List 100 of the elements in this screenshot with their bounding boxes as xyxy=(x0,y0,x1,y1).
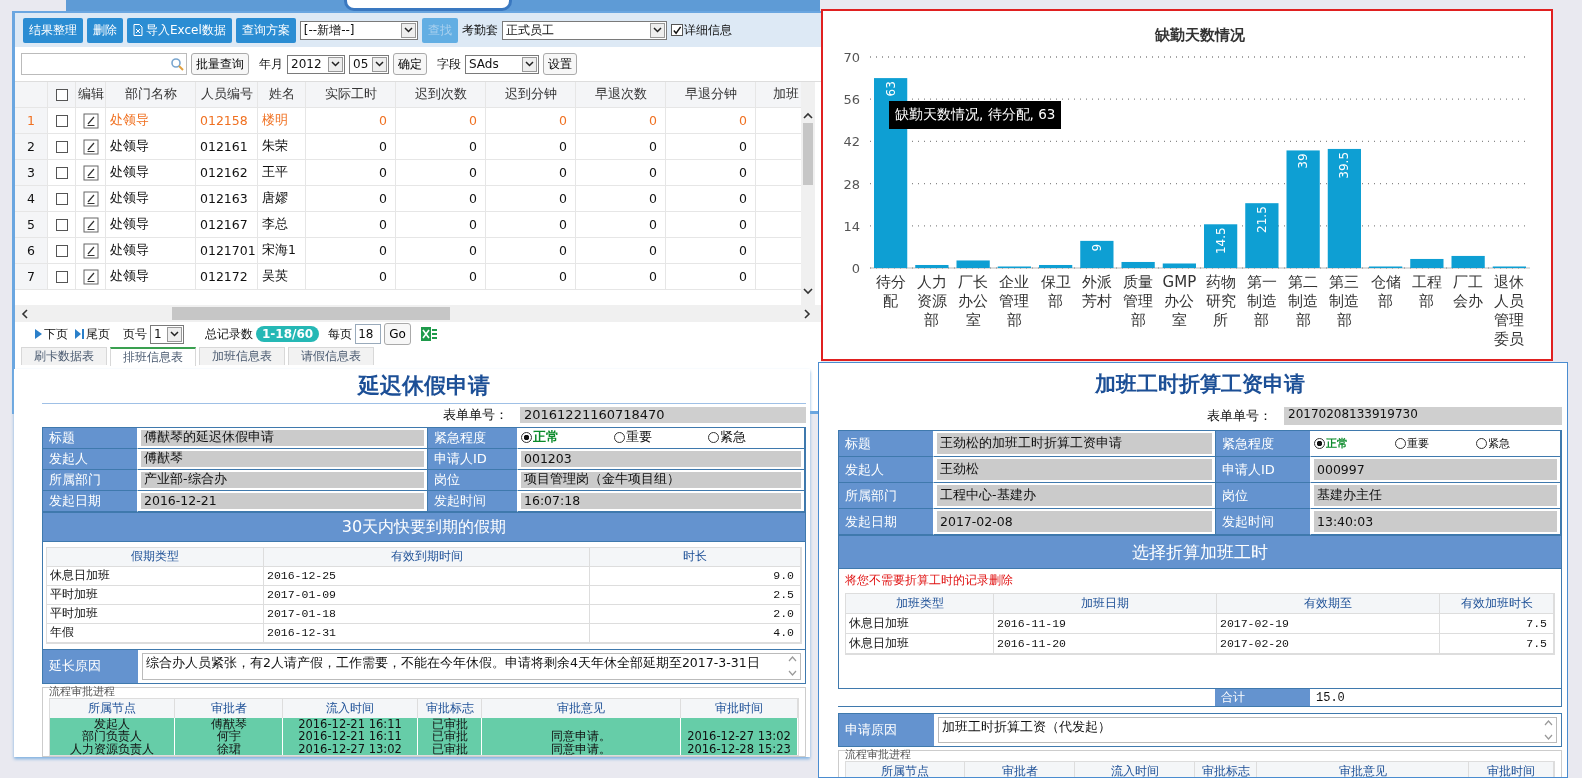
radio-button[interactable] xyxy=(707,432,719,444)
column-header[interactable]: 早退次数 xyxy=(576,82,666,107)
table-cell: 2016-11-19 xyxy=(994,614,1217,634)
chevron-up-icon[interactable] xyxy=(803,112,813,119)
edit-icon[interactable] xyxy=(82,138,99,155)
horizontal-scrollbar[interactable] xyxy=(15,305,821,322)
checkbox[interactable] xyxy=(55,192,68,205)
scrollbar-thumb[interactable] xyxy=(172,307,450,320)
chevron-left-icon[interactable] xyxy=(21,308,28,319)
radio-option[interactable]: 重要 xyxy=(1395,436,1476,451)
column-header[interactable]: 早退分钟 xyxy=(666,82,756,107)
category-label: 第三制造部 xyxy=(1328,273,1361,331)
field-value: 基建办主任 xyxy=(1314,485,1557,506)
dropdown-button[interactable] xyxy=(522,56,537,72)
field-label: 紧急程度 xyxy=(1216,431,1311,457)
per-page-label: 每页 xyxy=(328,325,353,343)
table-cell: 0 xyxy=(576,108,666,133)
table-cell: 处领导 xyxy=(106,238,196,263)
edit-icon[interactable] xyxy=(82,164,99,181)
checkbox[interactable] xyxy=(55,166,68,179)
table-cell: 0 xyxy=(666,134,756,159)
checkbox[interactable] xyxy=(55,88,68,101)
table-cell: 0 xyxy=(396,134,486,159)
reason-field[interactable]: 加班工时折算工资（代发起） xyxy=(938,717,1557,743)
last-page-link[interactable]: 尾页 xyxy=(75,325,110,343)
dropdown-button[interactable] xyxy=(167,326,182,342)
field-select[interactable]: SAds xyxy=(465,54,539,74)
record-count-badge: 1-18/60 xyxy=(256,326,320,342)
scrollbar-thumb[interactable] xyxy=(803,123,813,185)
radio-option[interactable]: 重要 xyxy=(614,429,708,447)
year-select[interactable]: 2012 xyxy=(287,54,345,74)
checkbox[interactable] xyxy=(55,114,68,127)
dropdown-button[interactable] xyxy=(328,56,343,72)
bar[interactable] xyxy=(874,78,908,268)
reason-field[interactable]: 综合办人员紧张，有2人请产假，工作需要，不能在今年休假。申请将剩余4天年休全部延期至2017-3-31日 xyxy=(142,652,801,680)
dropdown-button[interactable] xyxy=(400,22,416,38)
dropdown-button[interactable] xyxy=(649,22,665,38)
toolbar-button[interactable]: 删除 xyxy=(87,17,123,43)
radio-option[interactable]: 正常 xyxy=(1314,436,1395,451)
chevron-down-icon[interactable] xyxy=(803,288,813,295)
category-label: 第二制造部 xyxy=(1287,273,1320,331)
edit-icon[interactable] xyxy=(82,268,99,285)
scheme-button[interactable]: 查询方案 xyxy=(235,17,296,43)
radio-option[interactable]: 正常 xyxy=(521,429,615,447)
checkbox[interactable] xyxy=(55,218,68,231)
field-label: 发起时间 xyxy=(428,490,518,512)
caret-icon xyxy=(525,61,534,67)
column-header[interactable]: 人员编号 xyxy=(196,82,258,107)
radio-button[interactable] xyxy=(1395,438,1406,449)
edit-icon[interactable] xyxy=(82,242,99,259)
field-value: 王劲松 xyxy=(937,459,1212,480)
scroll-arrows-icon[interactable] xyxy=(1544,719,1553,741)
confirm-button[interactable]: 确定 xyxy=(393,53,427,75)
radio-button[interactable] xyxy=(614,432,626,444)
edit-icon[interactable] xyxy=(82,190,99,207)
column-header[interactable]: 迟到分钟 xyxy=(486,82,576,107)
per-page-field[interactable]: 18 xyxy=(355,324,382,344)
scroll-arrows-icon[interactable] xyxy=(788,655,797,678)
vertical-scrollbar[interactable] xyxy=(801,82,815,305)
radio-button[interactable] xyxy=(1476,438,1487,449)
column-header[interactable]: 加班 xyxy=(756,82,801,107)
column-header[interactable]: 姓名 xyxy=(258,82,306,107)
tab[interactable]: 刷卡数据表 xyxy=(21,347,107,365)
set-select[interactable]: 正式员工 xyxy=(501,20,667,40)
column-header[interactable]: 实际工时 xyxy=(306,82,396,107)
checkbox[interactable] xyxy=(55,270,68,283)
tab[interactable]: 排班信息表 xyxy=(110,347,196,366)
toolbar-button[interactable]: 结果整理 xyxy=(23,17,83,43)
search-field[interactable] xyxy=(21,53,187,75)
radio-option[interactable]: 紧急 xyxy=(707,429,801,447)
column-header[interactable]: 部门名称 xyxy=(106,82,196,107)
radio-button[interactable] xyxy=(521,432,532,444)
toolbar-button[interactable]: 导入Excel数据 xyxy=(127,17,232,43)
spreadsheet-icon[interactable] xyxy=(419,325,438,343)
row-number: 7 xyxy=(15,264,48,289)
checkbox[interactable] xyxy=(670,24,683,36)
batch-query-button[interactable]: 批量查询 xyxy=(191,53,249,75)
tab[interactable]: 加班信息表 xyxy=(199,347,285,365)
dropdown-button[interactable] xyxy=(372,56,387,72)
field-label: 字段 xyxy=(437,55,461,73)
settings-button[interactable]: 设置 xyxy=(543,53,577,75)
field-value: 产业部-综合办 xyxy=(141,471,424,488)
edit-icon[interactable] xyxy=(82,112,99,129)
column-header[interactable]: 迟到次数 xyxy=(396,82,486,107)
table-cell: 处领导 xyxy=(106,108,196,133)
detail-checkbox[interactable]: 详细信息 xyxy=(670,21,732,39)
field-label: 标题 xyxy=(839,431,934,457)
radio-option[interactable]: 紧急 xyxy=(1476,436,1557,451)
edit-icon[interactable] xyxy=(82,216,99,233)
scheme-select[interactable]: [--新增--] xyxy=(299,20,418,40)
chevron-right-icon[interactable] xyxy=(804,308,811,319)
tab[interactable]: 请假信息表 xyxy=(288,347,374,365)
column-header[interactable]: 编辑 xyxy=(76,82,106,107)
checkbox[interactable] xyxy=(55,244,68,257)
month-select[interactable]: 05 xyxy=(349,54,389,74)
page-select[interactable]: 1 xyxy=(150,324,184,344)
radio-button[interactable] xyxy=(1314,438,1325,449)
go-button[interactable]: Go xyxy=(384,323,411,345)
next-page-link[interactable]: 下页 xyxy=(35,325,68,343)
checkbox[interactable] xyxy=(55,140,68,153)
